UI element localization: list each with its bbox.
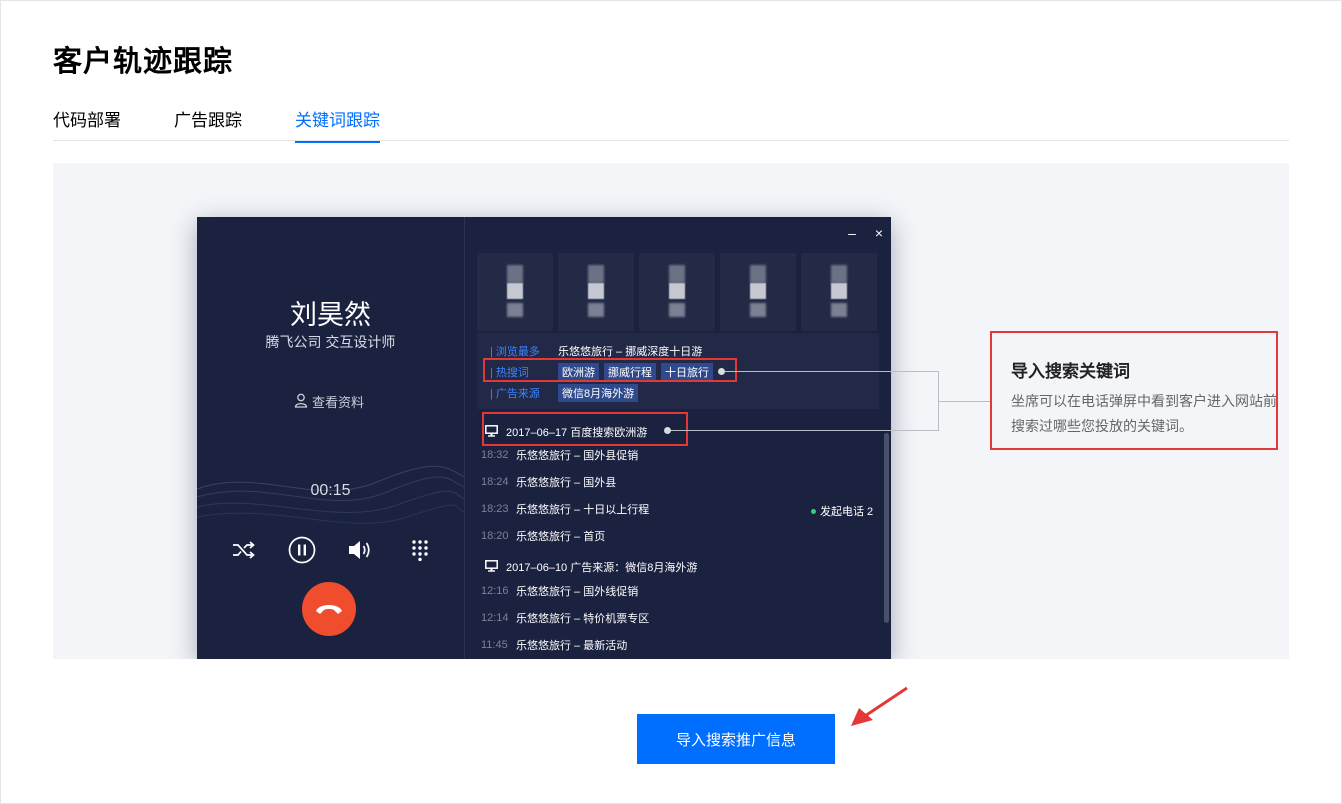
visit-row: 12:16 乐悠悠旅行 – 国外线促销 bbox=[481, 583, 638, 599]
visit-time: 18:32 bbox=[481, 449, 509, 461]
caller-name: 刘昊然 bbox=[290, 300, 371, 330]
visit-time: 11:45 bbox=[481, 639, 508, 651]
ad-source-label: | 广告来源 bbox=[490, 388, 540, 400]
search-date-highlight bbox=[482, 412, 688, 446]
visit-session-title: 2017–06–10 广告来源：微信8月海外游 bbox=[506, 562, 698, 574]
ad-source-row: | 广告来源 微信8月海外游 bbox=[490, 384, 643, 402]
visit-page: 乐悠悠旅行 – 国外县 bbox=[516, 477, 617, 489]
keypad-icon[interactable] bbox=[405, 535, 435, 565]
speaker-icon[interactable] bbox=[346, 535, 376, 565]
tab-code-deploy[interactable]: 代码部署 bbox=[53, 106, 121, 141]
visit-row: 11:45 乐悠悠旅行 – 最新活动 bbox=[481, 637, 627, 653]
tab-ad-tracking[interactable]: 广告跟踪 bbox=[174, 106, 242, 141]
visit-row: 18:23 乐悠悠旅行 – 十日以上行程 bbox=[481, 501, 649, 517]
minimize-button[interactable]: – bbox=[845, 225, 859, 241]
blurred-thumbnail bbox=[720, 253, 796, 331]
keyword-callout: 导入搜索关键词 坐席可以在电话弹屏中看到客户进入网站前搜索过哪些您投放的关键词。 bbox=[990, 331, 1278, 450]
hang-up-icon bbox=[316, 605, 342, 614]
callout-description: 坐席可以在电话弹屏中看到客户进入网站前搜索过哪些您投放的关键词。 bbox=[1011, 393, 1277, 434]
scrollbar[interactable] bbox=[884, 433, 889, 623]
view-profile-label: 查看资料 bbox=[312, 395, 365, 410]
visit-page: 乐悠悠旅行 – 首页 bbox=[516, 531, 606, 543]
shuffle-icon[interactable] bbox=[229, 535, 259, 565]
view-profile-link[interactable]: 查看资料 bbox=[294, 392, 364, 411]
visit-time: 12:14 bbox=[481, 612, 509, 624]
most-viewed-row: | 浏览最多 乐悠悠旅行 – 挪威深度十日游 bbox=[490, 343, 702, 359]
tab-bar: 代码部署 广告跟踪 关键词跟踪 bbox=[53, 104, 1289, 143]
visit-time: 18:23 bbox=[481, 503, 509, 515]
pause-icon[interactable] bbox=[287, 535, 317, 565]
blurred-thumbnail bbox=[639, 253, 715, 331]
visit-page: 乐悠悠旅行 – 最新活动 bbox=[516, 640, 628, 652]
pointer-arrow-icon bbox=[851, 686, 908, 726]
blurred-thumbnail bbox=[801, 253, 877, 331]
monitor-icon bbox=[485, 559, 498, 575]
visit-time: 18:20 bbox=[481, 530, 509, 542]
close-button[interactable]: × bbox=[872, 225, 886, 241]
visit-row: 12:14 乐悠悠旅行 – 特价机票专区 bbox=[481, 610, 649, 626]
visit-time: 12:16 bbox=[481, 585, 509, 597]
connector-line bbox=[671, 430, 938, 431]
import-search-promotion-button[interactable]: 导入搜索推广信息 bbox=[637, 714, 835, 764]
tab-keyword-tracking[interactable]: 关键词跟踪 bbox=[295, 106, 380, 143]
connector-line bbox=[725, 371, 938, 372]
call-count-tag: 发起电话 2 bbox=[811, 503, 873, 519]
call-controls bbox=[225, 535, 445, 565]
hang-up-button[interactable] bbox=[302, 582, 356, 636]
visit-page: 乐悠悠旅行 – 国外县促销 bbox=[516, 450, 639, 462]
visit-page: 乐悠悠旅行 – 国外线促销 bbox=[516, 586, 639, 598]
call-timer: 00:15 bbox=[310, 482, 351, 499]
call-count-label: 发起电话 2 bbox=[820, 506, 874, 518]
visit-session-header: 2017–06–10 广告来源：微信8月海外游 bbox=[485, 559, 697, 575]
page-title: 客户轨迹跟踪 bbox=[53, 46, 234, 78]
connector-dot bbox=[718, 368, 725, 375]
blurred-thumbnail bbox=[477, 253, 553, 331]
visit-row: 18:32 乐悠悠旅行 – 国外县促销 bbox=[481, 447, 638, 463]
visit-row: 18:24 乐悠悠旅行 – 国外县 bbox=[481, 474, 616, 490]
user-icon bbox=[294, 393, 308, 411]
caller-title: 腾飞公司 交互设计师 bbox=[265, 334, 396, 350]
visit-row: 18:20 乐悠悠旅行 – 首页 bbox=[481, 528, 605, 544]
visit-time: 18:24 bbox=[481, 476, 509, 488]
connector-dot bbox=[664, 427, 671, 434]
most-viewed-label: | 浏览最多 bbox=[490, 346, 540, 358]
most-viewed-value: 乐悠悠旅行 – 挪威深度十日游 bbox=[558, 346, 703, 358]
status-dot bbox=[811, 508, 816, 514]
caller-pane: 刘昊然 腾飞公司 交互设计师 查看资料 00:15 bbox=[197, 217, 464, 659]
visit-page: 乐悠悠旅行 – 特价机票专区 bbox=[516, 613, 650, 625]
visit-page: 乐悠悠旅行 – 十日以上行程 bbox=[516, 504, 650, 516]
ad-source-chip: 微信8月海外游 bbox=[558, 384, 639, 402]
blurred-thumbnails bbox=[477, 253, 879, 331]
hot-search-highlight bbox=[483, 358, 737, 382]
callout-title: 导入搜索关键词 bbox=[1011, 362, 1130, 381]
blurred-thumbnail bbox=[558, 253, 634, 331]
preview-panel: 刘昊然 腾飞公司 交互设计师 查看资料 00:15 – × | 浏览最多 乐悠悠… bbox=[53, 163, 1289, 659]
connector-line bbox=[938, 401, 990, 402]
